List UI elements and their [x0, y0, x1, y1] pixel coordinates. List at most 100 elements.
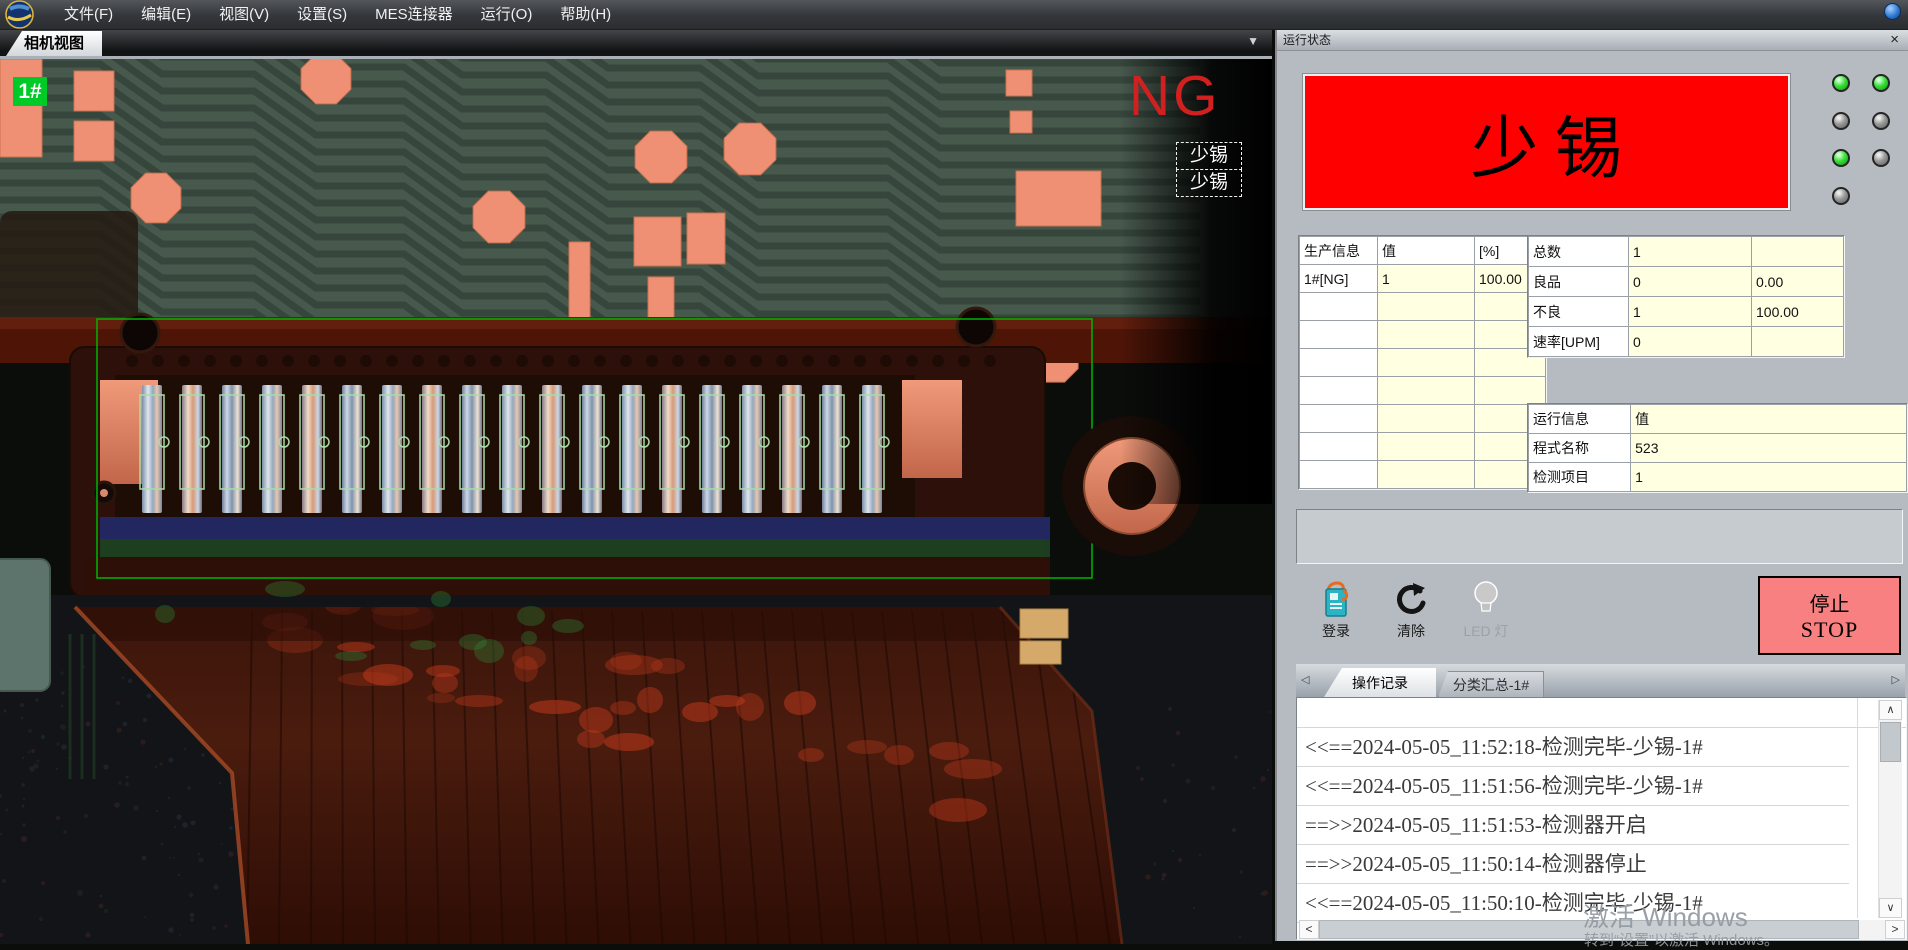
stop-label-cn: 停止 [1810, 588, 1850, 617]
cell: 速率[UPM] [1529, 327, 1629, 357]
production-table: 生产信息值[%]1#[NG]1100.00 [1298, 235, 1547, 490]
header-cell: 生产信息 [1300, 237, 1378, 265]
green-band [100, 539, 1050, 557]
table-row: 程式名称523 [1529, 434, 1907, 463]
status-led [1872, 149, 1890, 167]
stop-label-en: STOP [1801, 617, 1858, 643]
panel-title: 运行状态 [1283, 33, 1331, 47]
cell [1378, 461, 1475, 489]
cell: 1#[NG] [1300, 265, 1378, 293]
menu-item-4[interactable]: MES连接器 [361, 0, 467, 29]
log-entry[interactable]: ==>>2024-05-05_11:51:53-检测器开启 [1297, 806, 1849, 845]
scroll-left-icon[interactable]: < [1299, 920, 1319, 939]
scroll-right-icon[interactable]: > [1885, 920, 1905, 939]
light-bulb-icon [1455, 577, 1517, 621]
cell: 总数 [1529, 237, 1629, 267]
log-entry[interactable]: <<==2024-05-05_11:52:18-检测完毕-少锡-1# [1297, 728, 1849, 767]
header-cell: 运行信息 [1529, 405, 1631, 434]
menu-item-0[interactable]: 文件(F) [50, 0, 127, 29]
scroll-up-icon[interactable]: ∧ [1879, 700, 1902, 720]
blue-band [100, 517, 1050, 539]
log-entry[interactable]: ==>>2024-05-05_11:50:14-检测器停止 [1297, 845, 1849, 884]
status-led [1832, 112, 1850, 130]
cell [1300, 377, 1378, 405]
cell: 1 [1629, 297, 1752, 327]
table-row: 速率[UPM]0 [1529, 327, 1844, 357]
cell [1300, 321, 1378, 349]
clear-label: 清除 [1380, 621, 1442, 641]
log-vertical-scrollbar[interactable]: ∧ ∨ [1878, 700, 1902, 918]
menu-item-5[interactable]: 运行(O) [467, 0, 547, 29]
table-row: 良品00.00 [1529, 267, 1844, 297]
close-icon[interactable]: × [1890, 29, 1899, 51]
cell [1752, 327, 1844, 357]
log-header-row [1297, 698, 1906, 728]
cell: 检测项目 [1529, 463, 1631, 492]
log-entry[interactable]: <<==2024-05-05_11:50:10-检测完毕-少锡-1# [1297, 884, 1849, 923]
log-horizontal-scrollbar[interactable]: < > [1299, 920, 1905, 939]
hscroll-thumb[interactable] [1319, 920, 1859, 939]
table-row: 1#[NG]1100.00 [1300, 265, 1546, 293]
tray-status-icon[interactable] [1884, 3, 1901, 20]
cell [1378, 405, 1475, 433]
header-cell: 值 [1378, 237, 1475, 265]
cell: 0 [1629, 267, 1752, 297]
vscroll-thumb[interactable] [1880, 722, 1901, 762]
tab-camera-view[interactable]: 相机视图 [6, 31, 102, 56]
log-entry[interactable]: <<==2024-05-05_11:51:56-检测完毕-少锡-1# [1297, 767, 1849, 806]
pcb-image [0, 59, 1272, 944]
tab-classification-summary[interactable]: 分类汇总-1# [1438, 671, 1544, 697]
table-row [1300, 349, 1546, 377]
run-info-table: 运行信息值程式名称523检测项目1 [1527, 403, 1908, 493]
chevron-down-icon[interactable]: ▼ [1247, 34, 1259, 48]
status-led [1832, 149, 1850, 167]
login-label: 登录 [1305, 621, 1367, 641]
operation-log-panel[interactable]: <<==2024-05-05_11:52:18-检测完毕-少锡-1#<<==20… [1296, 697, 1907, 940]
menu-bar: 文件(F)编辑(E)视图(V)设置(S)MES连接器运行(O)帮助(H) [0, 0, 1908, 30]
tab-operation-log[interactable]: 操作记录 [1324, 668, 1436, 697]
camera-tab-bar: 相机视图 ▼ [0, 29, 1272, 56]
cell [1300, 461, 1378, 489]
end-pad-right [902, 380, 962, 478]
status-led [1872, 112, 1890, 130]
stop-button[interactable]: 停止 STOP [1758, 576, 1901, 655]
table-row [1300, 321, 1546, 349]
flex-pad-1 [1020, 609, 1068, 638]
login-button[interactable]: 登录 [1305, 577, 1367, 647]
table-row [1300, 461, 1546, 489]
refresh-icon [1380, 577, 1442, 621]
clear-button[interactable]: 清除 [1380, 577, 1442, 647]
camera-id-badge: 1# [13, 77, 47, 106]
inspection-result-overlay: NG [1129, 63, 1221, 129]
table-row: 检测项目1 [1529, 463, 1907, 492]
tab-scroll-right-icon[interactable]: ▷ [1892, 673, 1900, 686]
cell [1752, 237, 1844, 267]
table-row: 不良1100.00 [1529, 297, 1844, 327]
cell [1378, 433, 1475, 461]
table-row: 总数1 [1529, 237, 1844, 267]
menu-item-1[interactable]: 编辑(E) [127, 0, 205, 29]
cell [1378, 349, 1475, 377]
fixture-tab [0, 559, 50, 691]
table-row [1300, 377, 1546, 405]
tab-scroll-left-icon[interactable]: ◁ [1301, 673, 1309, 686]
log-tab-strip: ◁ 操作记录 分类汇总-1# ▷ [1296, 664, 1905, 697]
flex-pad-2 [1020, 641, 1061, 664]
message-box [1296, 509, 1903, 564]
cell [1300, 433, 1378, 461]
panel-title-bar: 运行状态 × [1277, 29, 1908, 51]
menu-item-3[interactable]: 设置(S) [283, 0, 361, 29]
table-row [1300, 293, 1546, 321]
log-column-divider [1857, 698, 1858, 918]
table-row [1300, 405, 1546, 433]
header-cell: 值 [1631, 405, 1907, 434]
status-led [1872, 74, 1890, 92]
camera-view[interactable]: 1# NG 少锡少锡 [0, 56, 1272, 944]
cell: 523 [1631, 434, 1907, 463]
cell: 0.00 [1752, 267, 1844, 297]
scroll-down-icon[interactable]: ∨ [1879, 898, 1902, 918]
menu-item-6[interactable]: 帮助(H) [546, 0, 625, 29]
led-light-button[interactable]: LED 灯 [1455, 577, 1517, 647]
summary-table: 总数1良品00.00不良1100.00速率[UPM]0 [1527, 235, 1845, 358]
menu-item-2[interactable]: 视图(V) [205, 0, 283, 29]
